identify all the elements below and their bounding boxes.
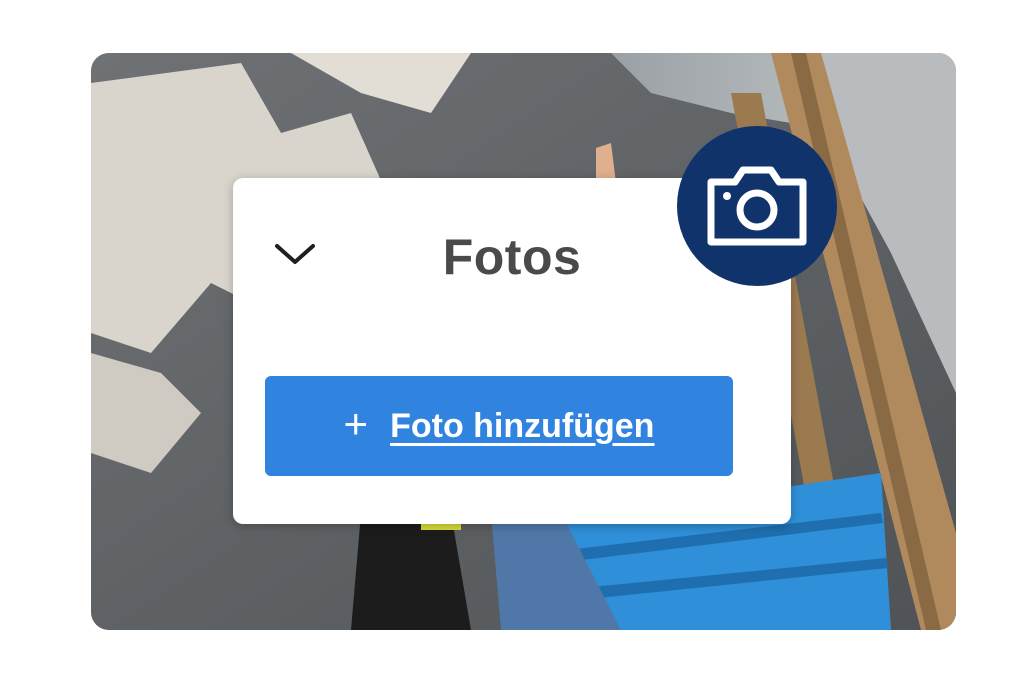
camera-badge [677, 126, 837, 286]
add-photo-label: Foto hinzufügen [390, 406, 655, 445]
camera-icon [707, 166, 807, 246]
plus-icon: + [343, 400, 369, 447]
add-photo-button[interactable]: + Foto hinzufügen [265, 376, 733, 476]
